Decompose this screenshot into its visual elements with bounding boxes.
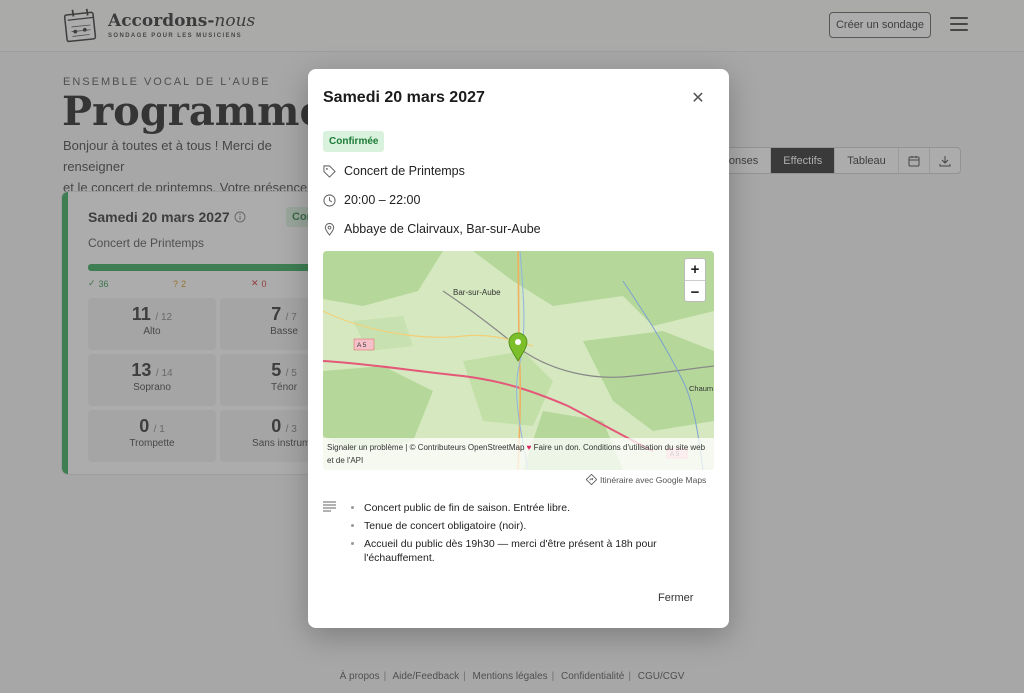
zoom-in-button[interactable]: + [685, 259, 705, 281]
attribution-links[interactable]: Signaler un problème | © Contributeurs O… [327, 443, 524, 452]
map-label-town: Chaum [689, 384, 713, 393]
event-details-dialog: Samedi 20 mars 2027 ✕ Confirmée Concert … [308, 69, 729, 628]
close-button[interactable]: Fermer [658, 592, 693, 604]
map-label-road: A 5 [357, 342, 367, 349]
event-name-row: Concert de Printemps [323, 164, 465, 178]
tag-icon [323, 164, 336, 178]
time-row: 20:00 – 22:00 [323, 193, 420, 207]
note-item: Accueil du public dès 19h30 — merci d'êt… [364, 537, 688, 565]
heart-icon: ♥ [526, 443, 532, 452]
donate-link[interactable]: Faire un don. Conditions d'utilisation [534, 443, 663, 452]
note-item: Concert public de fin de saison. Entrée … [364, 501, 688, 515]
map-pin-icon [324, 222, 335, 236]
description-icon [323, 501, 336, 512]
event-notes: Concert public de fin de saison. Entrée … [348, 501, 688, 569]
map-zoom-controls: + − [684, 258, 706, 302]
directions-icon [586, 474, 597, 485]
location-row: Abbaye de Clairvaux, Bar-sur-Aube [323, 222, 541, 236]
map-label-town: Bar-sur-Aube [453, 288, 501, 297]
itinerary-link[interactable]: Itinéraire avec Google Maps [586, 474, 706, 485]
close-icon[interactable]: ✕ [689, 89, 707, 107]
zoom-out-button[interactable]: − [685, 281, 705, 303]
dialog-title: Samedi 20 mars 2027 [323, 89, 485, 106]
location-map[interactable]: Bar-sur-Aube A 5 A 5 Chaum + − Signaler … [323, 251, 714, 470]
clock-icon [323, 193, 336, 207]
status-badge: Confirmée [323, 131, 385, 152]
note-item: Tenue de concert obligatoire (noir). [364, 519, 688, 533]
map-attribution: Signaler un problème | © Contributeurs O… [323, 438, 714, 470]
